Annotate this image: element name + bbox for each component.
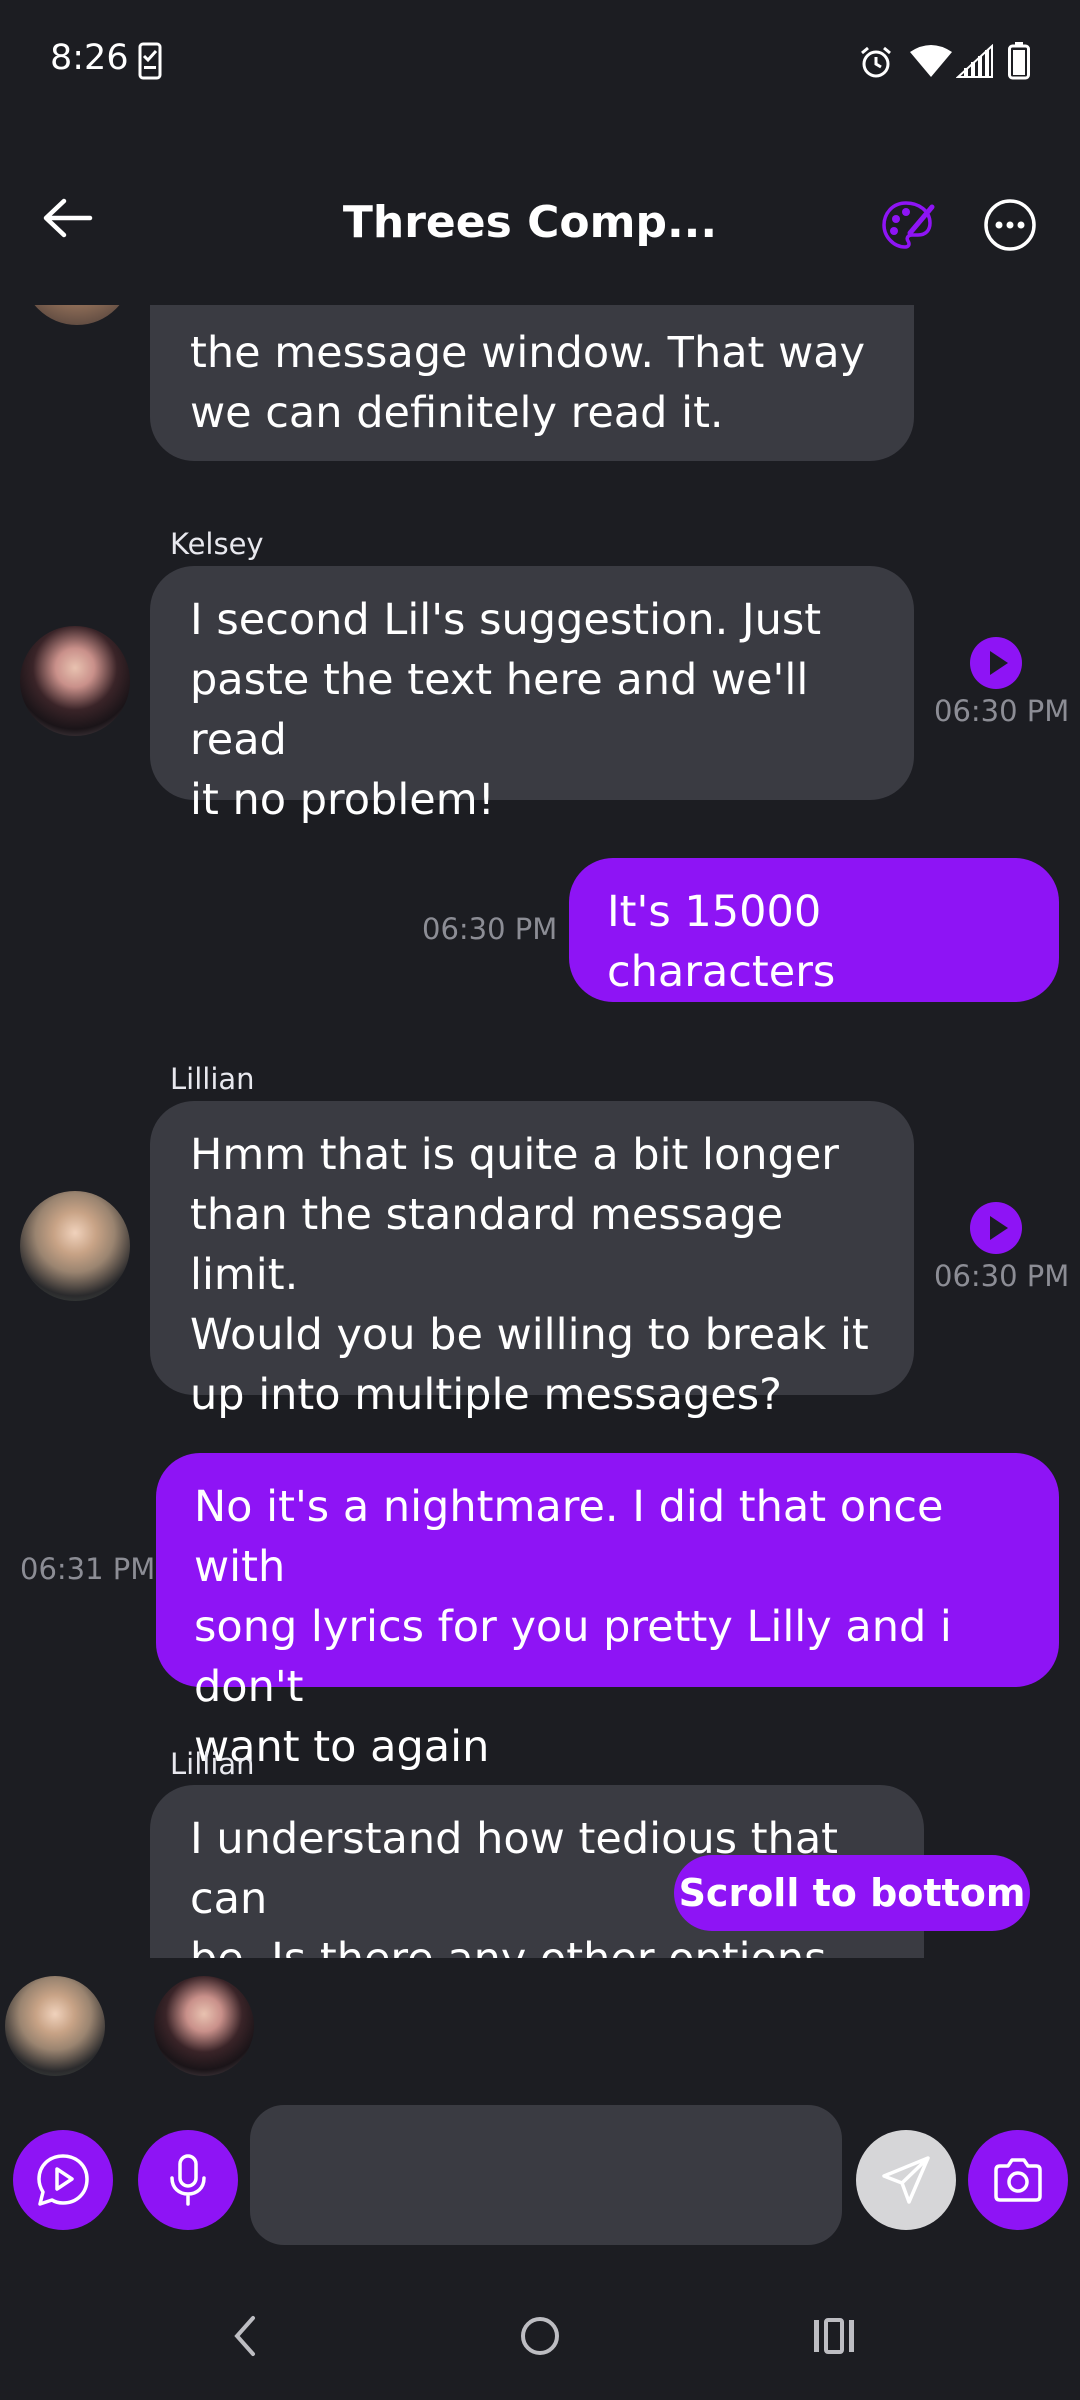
message-input[interactable] (250, 2105, 842, 2245)
timestamp: 06:30 PM (422, 912, 558, 946)
nav-recents-icon[interactable] (810, 2308, 858, 2364)
signal-icon (956, 44, 993, 78)
camera-button[interactable] (968, 2130, 1068, 2230)
message-bubble[interactable]: the message window. That way we can defi… (150, 305, 914, 461)
avatar (22, 305, 132, 325)
back-arrow-icon[interactable] (38, 193, 98, 243)
send-button[interactable] (856, 2130, 956, 2230)
more-options-icon[interactable] (982, 197, 1038, 253)
participant-avatar-lillian[interactable] (5, 1976, 105, 2076)
nav-back-icon[interactable] (225, 2308, 265, 2364)
sender-name: Lillian (170, 1062, 255, 1096)
message-text: No it's a nightmare. I did that once wit… (194, 1482, 952, 1772)
battery-icon (1008, 42, 1030, 80)
alarm-icon (861, 46, 891, 78)
camera-icon (994, 2158, 1042, 2202)
chat-header: Threes Comp... (0, 125, 1080, 305)
sender-name: Kelsey (170, 527, 264, 561)
avatar-kelsey[interactable] (20, 626, 130, 736)
chat-screen: 8:26 Threes Comp... the message window. … (0, 0, 1080, 2400)
message-list[interactable]: the message window. That way we can defi… (0, 305, 1080, 1958)
message-bubble-outgoing[interactable]: No it's a nightmare. I did that once wit… (156, 1453, 1059, 1772)
nav-home-icon[interactable] (518, 2308, 562, 2364)
message-bubble[interactable]: Hmm that is quite a bit longer than the … (150, 1101, 914, 1420)
scroll-to-bottom-button[interactable]: Scroll to bottom (674, 1855, 1030, 1931)
voice-chat-button[interactable] (13, 2130, 113, 2230)
send-icon (882, 2156, 930, 2204)
composer (0, 2100, 1080, 2260)
sender-name: Lillian (170, 1747, 255, 1781)
participant-avatar-kelsey[interactable] (154, 1976, 254, 2076)
timestamp: 06:31 PM (20, 1552, 156, 1586)
message-text: the message window. That way we can defi… (190, 328, 866, 438)
message-bubble-outgoing[interactable]: It's 15000 characters (569, 858, 1059, 1002)
avatar-lillian[interactable] (20, 1191, 130, 1301)
task-icon (138, 42, 162, 80)
participants-row (0, 1958, 1080, 2088)
message-text: Hmm that is quite a bit longer than the … (190, 1130, 869, 1420)
microphone-button[interactable] (138, 2130, 238, 2230)
play-audio-icon[interactable] (970, 1202, 1022, 1254)
chat-title[interactable]: Threes Comp... (280, 197, 780, 248)
system-nav-bar (0, 2280, 1080, 2400)
message-text: I second Lil's suggestion. Just paste th… (190, 595, 822, 825)
timestamp: 06:30 PM (934, 1259, 1070, 1293)
status-time: 8:26 (50, 38, 129, 78)
timestamp: 06:30 PM (934, 694, 1070, 728)
message-bubble[interactable]: I second Lil's suggestion. Just paste th… (150, 566, 914, 825)
play-message-icon (37, 2154, 89, 2206)
microphone-icon (170, 2154, 206, 2206)
play-audio-icon[interactable] (970, 637, 1022, 689)
message-text: It's 15000 characters (607, 887, 836, 997)
palette-icon[interactable] (880, 197, 936, 253)
status-bar: 8:26 (0, 0, 1080, 125)
wifi-icon (910, 45, 952, 77)
